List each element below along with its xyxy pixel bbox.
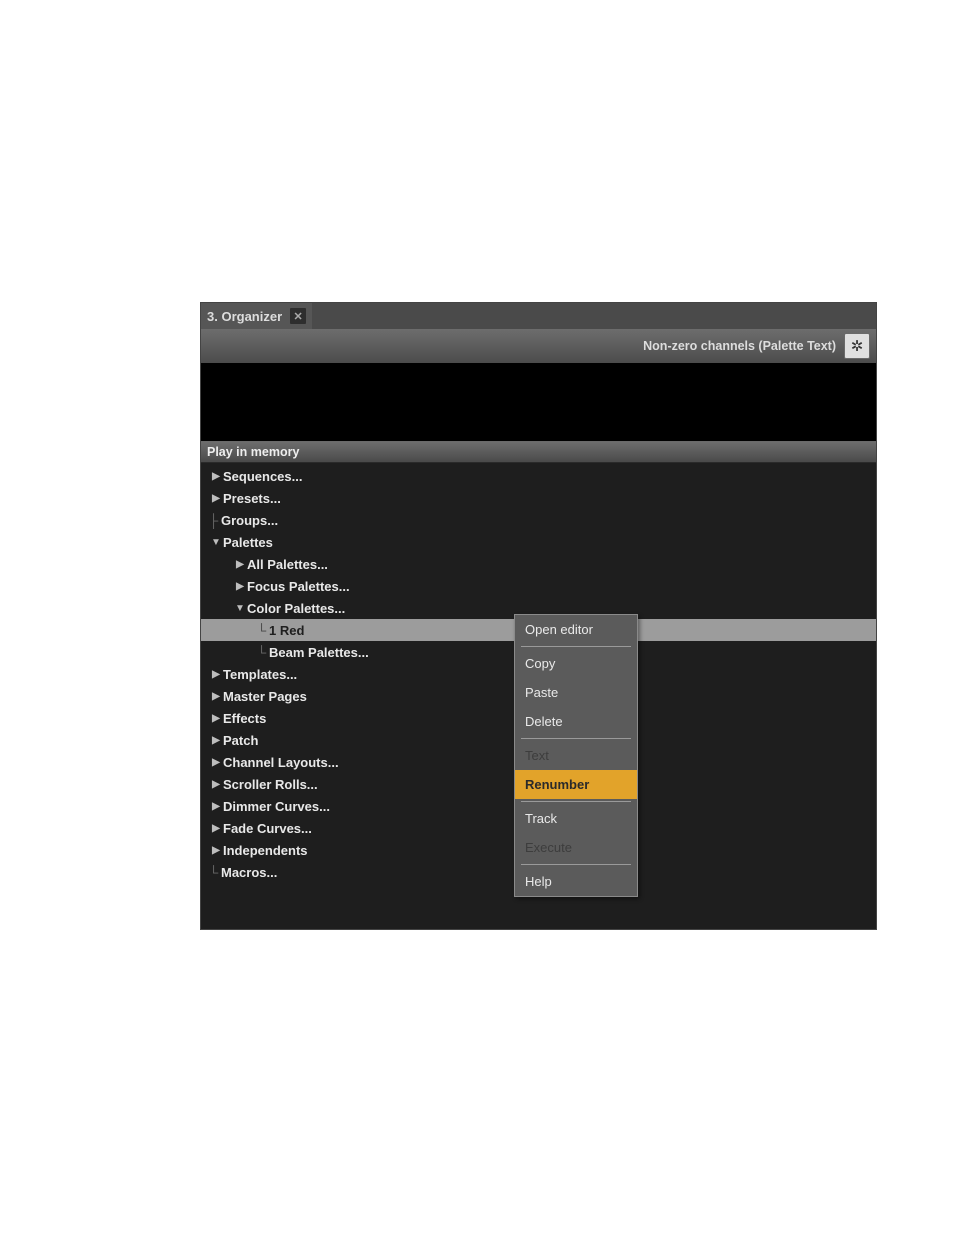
chevron-right-icon: ▶ — [209, 823, 223, 834]
tree-label: Patch — [223, 733, 258, 748]
chevron-right-icon: ▶ — [209, 691, 223, 702]
menu-track[interactable]: Track — [515, 804, 637, 833]
tab-title: 3. Organizer — [207, 309, 282, 324]
menu-label: Delete — [525, 714, 563, 729]
chevron-down-icon: ▼ — [209, 537, 223, 548]
tree-label: Beam Palettes... — [269, 645, 369, 660]
tree-label: Sequences... — [223, 469, 302, 484]
menu-separator — [521, 738, 631, 739]
tree-item-sequences[interactable]: ▶ Sequences... — [201, 465, 876, 487]
chevron-right-icon: ▶ — [209, 779, 223, 790]
chevron-right-icon: ▶ — [209, 493, 223, 504]
tab-bar: 3. Organizer ✕ — [201, 303, 876, 329]
tree-item-presets[interactable]: ▶ Presets... — [201, 487, 876, 509]
tree-branch-icon: └ — [209, 865, 221, 880]
tree-label: All Palettes... — [247, 557, 328, 572]
tree-item-groups[interactable]: ├ Groups... — [201, 509, 876, 531]
chevron-right-icon: ▶ — [209, 845, 223, 856]
tree-label: Focus Palettes... — [247, 579, 350, 594]
tree-label: Scroller Rolls... — [223, 777, 318, 792]
tree-label: Macros... — [221, 865, 277, 880]
chevron-right-icon: ▶ — [209, 471, 223, 482]
menu-delete[interactable]: Delete — [515, 707, 637, 736]
tree-label: Palettes — [223, 535, 273, 550]
tree-label: 1 Red — [269, 623, 304, 638]
menu-help[interactable]: Help — [515, 867, 637, 896]
menu-label: Open editor — [525, 622, 593, 637]
menu-label: Text — [525, 748, 549, 763]
menu-separator — [521, 646, 631, 647]
tree-label: Master Pages — [223, 689, 307, 704]
chevron-right-icon: ▶ — [209, 669, 223, 680]
chevron-down-icon: ▼ — [233, 603, 247, 614]
menu-paste[interactable]: Paste — [515, 678, 637, 707]
tab-organizer[interactable]: 3. Organizer ✕ — [201, 303, 312, 329]
toolbar: Non-zero channels (Palette Text) ✲ — [201, 329, 876, 363]
tree-label: Channel Layouts... — [223, 755, 339, 770]
tree-label: Color Palettes... — [247, 601, 345, 616]
tree-label: Fade Curves... — [223, 821, 312, 836]
menu-label: Help — [525, 874, 552, 889]
toolbar-status: Non-zero channels (Palette Text) — [643, 339, 836, 353]
menu-label: Paste — [525, 685, 558, 700]
menu-copy[interactable]: Copy — [515, 649, 637, 678]
gear-icon[interactable]: ✲ — [844, 333, 870, 359]
menu-separator — [521, 864, 631, 865]
menu-separator — [521, 801, 631, 802]
tree-branch-icon: └ — [257, 623, 269, 638]
menu-label: Track — [525, 811, 557, 826]
menu-renumber[interactable]: Renumber — [515, 770, 637, 799]
section-header: Play in memory — [201, 441, 876, 463]
chevron-right-icon: ▶ — [233, 581, 247, 592]
chevron-right-icon: ▶ — [209, 757, 223, 768]
tree-item-focus-palettes[interactable]: ▶ Focus Palettes... — [201, 575, 876, 597]
tree-item-all-palettes[interactable]: ▶ All Palettes... — [201, 553, 876, 575]
chevron-right-icon: ▶ — [209, 801, 223, 812]
tree-item-palettes[interactable]: ▼ Palettes — [201, 531, 876, 553]
menu-text: Text — [515, 741, 637, 770]
close-icon[interactable]: ✕ — [290, 308, 306, 324]
content-area — [201, 363, 876, 441]
tree-label: Groups... — [221, 513, 278, 528]
tree-label: Effects — [223, 711, 266, 726]
tree-label: Templates... — [223, 667, 297, 682]
tree-label: Presets... — [223, 491, 281, 506]
menu-open-editor[interactable]: Open editor — [515, 615, 637, 644]
menu-label: Renumber — [525, 777, 589, 792]
chevron-right-icon: ▶ — [209, 713, 223, 724]
chevron-right-icon: ▶ — [209, 735, 223, 746]
menu-label: Copy — [525, 656, 555, 671]
tree-branch-icon: ├ — [209, 513, 221, 528]
tree-label: Dimmer Curves... — [223, 799, 330, 814]
menu-label: Execute — [525, 840, 572, 855]
tree-label: Independents — [223, 843, 308, 858]
tree-branch-icon: └ — [257, 645, 269, 660]
chevron-right-icon: ▶ — [233, 559, 247, 570]
section-title: Play in memory — [207, 445, 299, 459]
menu-execute: Execute — [515, 833, 637, 862]
context-menu: Open editor Copy Paste Delete Text Renum… — [514, 614, 638, 897]
